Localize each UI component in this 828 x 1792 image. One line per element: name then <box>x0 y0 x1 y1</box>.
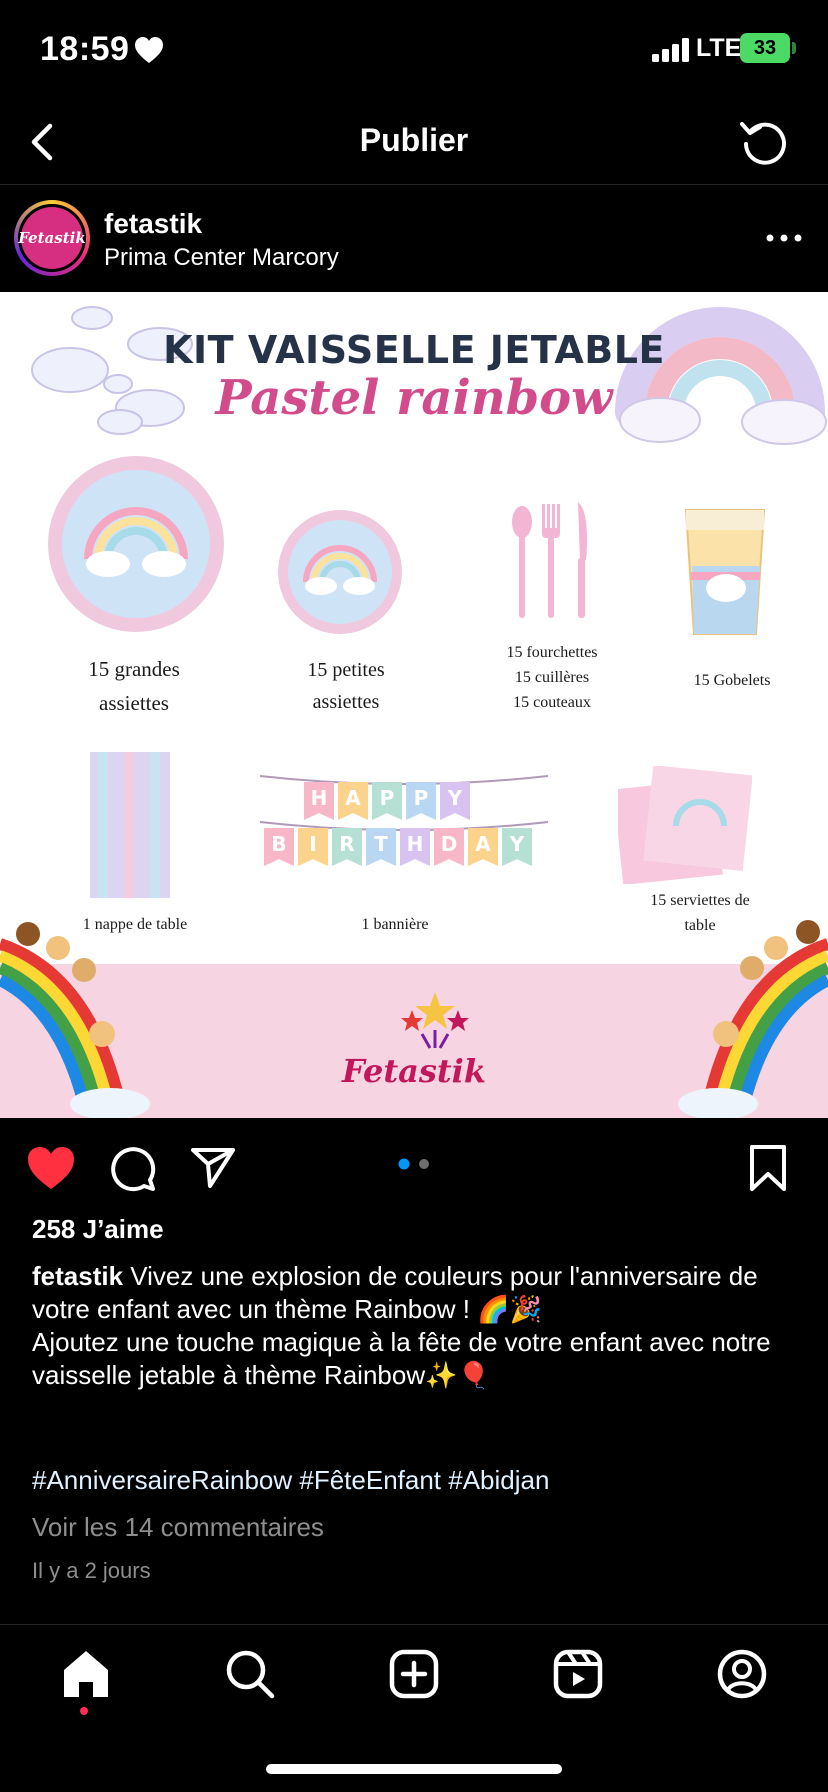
item-caption: 15 grandes assiettes <box>42 652 226 720</box>
caption-line: 15 grandes <box>88 657 180 681</box>
post-username[interactable]: fetastik <box>104 208 202 240</box>
banner-pennant: P <box>372 782 402 820</box>
profile-icon[interactable] <box>716 1648 768 1700</box>
item-caption: 15 petites assiettes <box>256 654 436 718</box>
caption-line: 15 fourchettes <box>506 644 598 661</box>
kit-title: KIT VAISSELLE JETABLE <box>163 328 665 372</box>
banner-pennant: Y <box>440 782 470 820</box>
banner-pennant: R <box>332 828 362 866</box>
large-plate-illustration <box>48 456 224 632</box>
caption-line: assiettes <box>99 691 169 715</box>
brand-logo: Fetastik <box>342 1052 486 1090</box>
banner-pennant: Y <box>502 828 532 866</box>
home-indicator[interactable] <box>266 1764 562 1774</box>
banner-pennant: P <box>406 782 436 820</box>
network-label: LTE <box>696 34 742 62</box>
small-plate-illustration <box>278 510 402 634</box>
banner-pennant: H <box>304 782 334 820</box>
item-caption: 1 bannière <box>361 916 429 933</box>
comment-icon[interactable] <box>110 1146 156 1192</box>
banner-pennant: A <box>338 782 368 820</box>
notification-dot <box>80 1707 88 1715</box>
create-icon[interactable] <box>388 1648 440 1700</box>
caption-line: 15 cuillères <box>514 669 590 686</box>
banner-pennant: T <box>366 828 396 866</box>
page-title: Publier <box>359 122 469 158</box>
caption-line: assiettes <box>312 691 380 713</box>
caption-username[interactable]: fetastik <box>32 1261 123 1291</box>
view-comments-link[interactable]: Voir les 14 commentaires <box>32 1512 324 1543</box>
header-divider <box>0 184 828 185</box>
avatar-logo: Fetastik <box>18 207 86 269</box>
banner-pennant: A <box>468 828 498 866</box>
like-heart-icon[interactable] <box>26 1145 76 1191</box>
banner-pennant: B <box>264 828 294 866</box>
home-icon[interactable] <box>60 1648 112 1700</box>
post-location[interactable]: Prima Center Marcory <box>104 244 339 272</box>
refresh-icon[interactable] <box>738 116 790 168</box>
banner-pennant: D <box>434 828 464 866</box>
post-image[interactable]: KIT VAISSELLE JETABLE Pastel rainbow 15 … <box>0 292 828 1118</box>
caption-line: 15 couteaux <box>513 694 591 711</box>
banner-pennant: I <box>298 828 328 866</box>
banner-row: BIRTHDAY <box>264 828 532 866</box>
caption-text: Vivez une explosion de couleurs pour l'a… <box>32 1261 758 1324</box>
banner-row: HAPPY <box>304 782 470 820</box>
cutlery-illustration <box>512 502 588 618</box>
avatar[interactable]: Fetastik <box>14 200 90 276</box>
battery-tip <box>792 42 796 54</box>
status-time: 18:59 <box>40 30 130 68</box>
more-options-icon[interactable] <box>766 234 802 242</box>
cups-illustration <box>684 509 766 635</box>
hashtags[interactable]: #AnniversaireRainbow #FêteEnfant #Abidja… <box>32 1465 549 1496</box>
post-timestamp: Il y a 2 jours <box>32 1558 151 1583</box>
item-caption: 15 fourchettes 15 cuillères 15 couteaux <box>470 640 634 715</box>
tablecloth-illustration <box>90 752 170 898</box>
brand-stars-icon <box>401 992 469 1049</box>
bookmark-icon[interactable] <box>748 1144 788 1192</box>
kit-subtitle: Pastel rainbow <box>215 370 613 426</box>
battery-icon: 33 <box>740 33 790 63</box>
napkins-illustration <box>618 766 752 884</box>
search-icon[interactable] <box>224 1648 276 1700</box>
reels-icon[interactable] <box>552 1648 604 1700</box>
post-caption: fetastik Vivez une explosion de couleurs… <box>32 1260 802 1392</box>
heart-icon <box>135 37 163 63</box>
likes-count[interactable]: 258 J’aime <box>32 1214 164 1245</box>
signal-icon <box>652 38 689 62</box>
item-caption: 15 Gobelets <box>693 672 771 689</box>
status-bar: 18:59 LTE 33 <box>0 0 828 100</box>
banner-pennant: H <box>400 828 430 866</box>
carousel-indicator <box>398 1158 429 1170</box>
share-icon[interactable] <box>190 1146 236 1190</box>
caption-line: 15 petites <box>307 659 385 681</box>
caption-text: Ajoutez une touche magique à la fête de … <box>32 1327 771 1390</box>
birthday-banner-illustration: HAPPY BIRTHDAY <box>258 770 550 890</box>
